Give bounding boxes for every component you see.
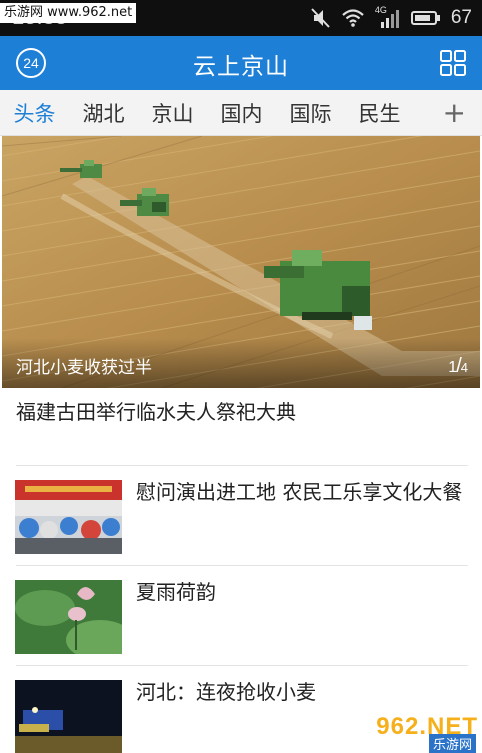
watermark: 乐游网 www.962.net bbox=[0, 3, 137, 23]
news-thumbnail bbox=[15, 580, 122, 654]
news-title: 夏雨荷韵 bbox=[136, 580, 216, 604]
tab-jingshan[interactable]: 京山 bbox=[138, 98, 207, 128]
news-thumbnail bbox=[15, 480, 122, 554]
battery-level: 67 bbox=[450, 7, 472, 28]
hero-caption: 河北小麦收获过半 bbox=[16, 358, 152, 378]
site-logo-sub: 乐游网 bbox=[428, 734, 476, 753]
add-tab-button[interactable]: + bbox=[443, 96, 466, 129]
hero-page-indicator: 1/4 bbox=[448, 355, 468, 378]
top-headline[interactable]: 福建古田举行临水夫人祭祀大典 bbox=[16, 396, 296, 425]
tab-domestic[interactable]: 国内 bbox=[207, 98, 276, 128]
tab-livelihood[interactable]: 民生 bbox=[345, 98, 414, 128]
site-logo: 962.NET 乐游网 bbox=[342, 709, 482, 753]
tab-international[interactable]: 国际 bbox=[276, 98, 345, 128]
signal-icon: 4G bbox=[375, 5, 401, 29]
battery-icon bbox=[410, 11, 440, 25]
news-title: 河北：连夜抢收小麦 bbox=[136, 680, 316, 704]
app-title: 云上京山 bbox=[193, 54, 289, 80]
list-item[interactable]: 夏雨荷韵 bbox=[0, 566, 482, 662]
tab-hubei[interactable]: 湖北 bbox=[69, 98, 138, 128]
mute-icon bbox=[311, 8, 330, 28]
news-title: 慰问演出进工地 农民工乐享文化大餐 bbox=[136, 480, 463, 504]
wifi-icon bbox=[342, 9, 364, 27]
category-tabs: 头条 湖北 京山 国内 国际 民生 + bbox=[0, 90, 482, 136]
list-item[interactable]: 慰问演出进工地 农民工乐享文化大餐 bbox=[0, 466, 482, 562]
hero-page-total: 4 bbox=[460, 360, 468, 375]
grid-icon[interactable] bbox=[440, 50, 466, 76]
hero-carousel[interactable]: 河北小麦收获过半 1/4 bbox=[2, 136, 480, 388]
app-bar: 24 云上京山 bbox=[0, 36, 482, 90]
news-thumbnail bbox=[15, 680, 122, 753]
tab-headlines[interactable]: 头条 bbox=[0, 98, 69, 128]
status-icons: 4G 67 bbox=[311, 4, 472, 32]
